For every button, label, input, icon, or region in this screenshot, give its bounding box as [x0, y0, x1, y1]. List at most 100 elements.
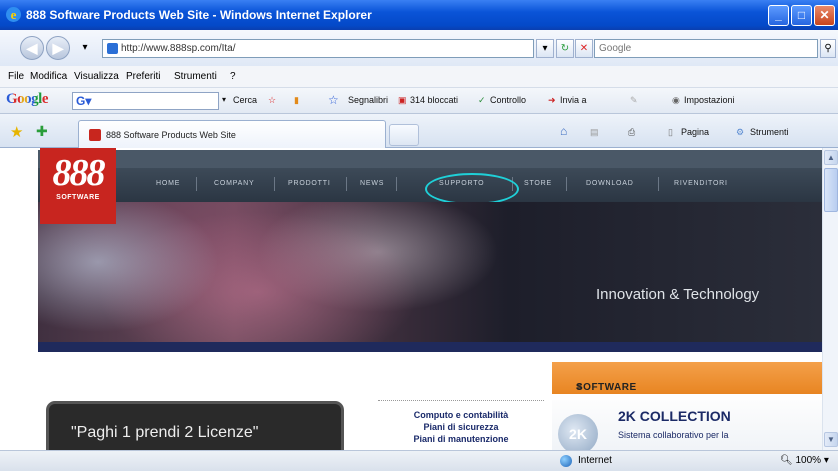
banner-tagline: Innovation & Technology: [596, 286, 760, 303]
close-button[interactable]: ✕: [814, 5, 835, 26]
internet-zone-icon: [560, 455, 572, 467]
zoom-icon: 🔍︎: [780, 455, 796, 466]
search-icon[interactable]: ⚲: [820, 39, 836, 58]
promo-text: "Paghi 1 prendi 2 Licenze": [71, 424, 259, 441]
security-zone[interactable]: Internet: [578, 455, 612, 466]
nav-company[interactable]: COMPANY: [214, 180, 254, 187]
zoom-level[interactable]: 🔍︎ 100% ▾: [780, 455, 829, 466]
address-bar[interactable]: [102, 39, 534, 58]
window-title: 888 Software Products Web Site - Windows…: [26, 8, 372, 22]
supporto-highlight-circle: [425, 173, 519, 205]
page-viewport: HOME COMPANY PRODOTTI NEWS SUPPORTO STOR…: [0, 148, 822, 450]
nav-separator: [274, 177, 275, 191]
google-logo: Google: [6, 91, 49, 107]
scroll-up-icon[interactable]: ▲: [824, 150, 838, 165]
hero-banner: Innovation & Technology: [38, 202, 822, 342]
link-piani-manutenzione[interactable]: Piani di manutenzione: [378, 434, 544, 444]
nav-separator: [346, 177, 347, 191]
print-icon[interactable]: ⎙: [628, 127, 635, 138]
new-tab-button[interactable]: [389, 124, 419, 146]
product-2k-collection[interactable]: 2K 2K COLLECTION Sistema collaborativo p…: [552, 400, 822, 450]
nav-separator: [658, 177, 659, 191]
nav-separator: [566, 177, 567, 191]
address-input[interactable]: [121, 41, 501, 56]
send-icon: ➜: [548, 95, 556, 105]
dotted-divider: [378, 400, 544, 401]
status-bar: Internet 🔍︎ 100% ▾: [0, 450, 838, 471]
settings-button[interactable]: Impostazioni: [684, 95, 735, 105]
nav-separator: [196, 177, 197, 191]
google-search-button[interactable]: Cerca: [233, 95, 257, 105]
menu-item-strumenti[interactable]: Strumenti: [174, 71, 217, 82]
spellcheck-button[interactable]: Controllo: [490, 95, 526, 105]
banner-bottom-band: [38, 342, 822, 352]
vertical-scrollbar[interactable]: ▲ ▼: [822, 148, 838, 450]
product-subtitle: Sistema collaborativo per la: [618, 430, 729, 440]
address-dropdown-icon[interactable]: ▾: [536, 39, 554, 58]
page-menu[interactable]: Pagina: [681, 127, 709, 137]
menu-item-modifica[interactable]: Modifica: [30, 71, 67, 82]
nav-home[interactable]: HOME: [156, 180, 180, 187]
forward-button[interactable]: ▶: [46, 36, 70, 60]
search-box[interactable]: [594, 39, 818, 58]
pagerank-icon[interactable]: ▮: [294, 95, 299, 106]
history-dropdown-icon[interactable]: ▾: [76, 39, 94, 58]
logo-number: 888: [52, 152, 106, 194]
title-bar: e 888 Software Products Web Site - Windo…: [0, 0, 838, 30]
logo-word: SOFTWARE: [56, 194, 100, 201]
scroll-thumb[interactable]: [824, 168, 838, 212]
site-logo[interactable]: 888 SOFTWARE: [40, 148, 116, 224]
tools-menu[interactable]: Strumenti: [750, 127, 789, 137]
back-button[interactable]: ◀: [20, 36, 44, 60]
software-section-header: = SOFTWARE: [552, 362, 822, 394]
menu-bar: File Modifica Visualizza Preferiti Strum…: [0, 66, 838, 88]
nav-prodotti[interactable]: PRODOTTI: [288, 180, 331, 187]
tab-favicon-icon: [89, 129, 101, 141]
popup-blocked-count[interactable]: 314 bloccati: [410, 95, 458, 105]
bookmark-star-icon[interactable]: ☆: [268, 95, 276, 106]
favorites-star-icon[interactable]: ★: [10, 123, 23, 141]
spellcheck-icon: ✓: [478, 95, 486, 105]
google-dropdown-icon[interactable]: ▾: [222, 95, 226, 104]
link-piani-sicurezza[interactable]: Piani di sicurezza: [378, 422, 544, 432]
add-favorite-icon[interactable]: ✚: [36, 123, 48, 140]
bookmarks-button[interactable]: Segnalibri: [348, 95, 388, 105]
nav-news[interactable]: NEWS: [360, 180, 384, 187]
popup-blocker-icon: ▣: [398, 95, 407, 105]
scroll-down-icon[interactable]: ▼: [824, 432, 838, 447]
product-title: 2K COLLECTION: [618, 408, 731, 424]
menu-item-help[interactable]: ?: [230, 71, 236, 82]
product-disc-icon: 2K: [558, 414, 598, 450]
address-toolbar: ◀ ▶ ▾ ▾ ↻ ✕ ⚲: [0, 30, 838, 66]
promo-box[interactable]: "Paghi 1 prendi 2 Licenze": [46, 401, 344, 450]
site-nav: HOME COMPANY PRODOTTI NEWS SUPPORTO STOR…: [38, 168, 822, 205]
pencil-icon[interactable]: ✎: [630, 95, 638, 106]
settings-icon: ◉: [672, 95, 680, 105]
maximize-button[interactable]: □: [791, 5, 812, 26]
google-g-icon: G▾: [76, 94, 92, 108]
page-favicon-icon: [107, 43, 118, 54]
link-computo[interactable]: Computo e contabilità: [378, 410, 544, 420]
tools-gear-icon: ⚙: [736, 127, 745, 137]
feeds-icon[interactable]: ▤: [590, 127, 599, 138]
nav-separator: [396, 177, 397, 191]
menu-item-visualizza[interactable]: Visualizza: [74, 71, 119, 82]
tab-bar: ★ ✚ 888 Software Products Web Site ⌂ ▤ ⎙…: [0, 114, 838, 148]
nav-store[interactable]: STORE: [524, 180, 552, 187]
tab-active[interactable]: 888 Software Products Web Site: [78, 120, 386, 148]
search-input[interactable]: [599, 41, 809, 56]
nav-rivenditori[interactable]: RIVENDITORI: [674, 180, 728, 187]
stop-icon[interactable]: ✕: [575, 39, 593, 58]
nav-download[interactable]: DOWNLOAD: [586, 180, 634, 187]
google-toolbar: Google G▾ ▾ Cerca ☆ ▮ ☆ Segnalibri ▣ 314…: [0, 88, 838, 114]
minimize-button[interactable]: _: [768, 5, 789, 26]
home-icon[interactable]: ⌂: [560, 124, 567, 138]
google-search-input[interactable]: G▾: [72, 92, 219, 110]
ie-icon: e: [6, 7, 21, 22]
refresh-icon[interactable]: ↻: [556, 39, 574, 58]
menu-item-preferiti[interactable]: Preferiti: [126, 71, 160, 82]
send-to-button[interactable]: Invia a: [560, 95, 587, 105]
page-icon: ▯: [668, 127, 673, 137]
star-icon[interactable]: ☆: [328, 93, 339, 107]
menu-item-file[interactable]: File: [8, 71, 24, 82]
